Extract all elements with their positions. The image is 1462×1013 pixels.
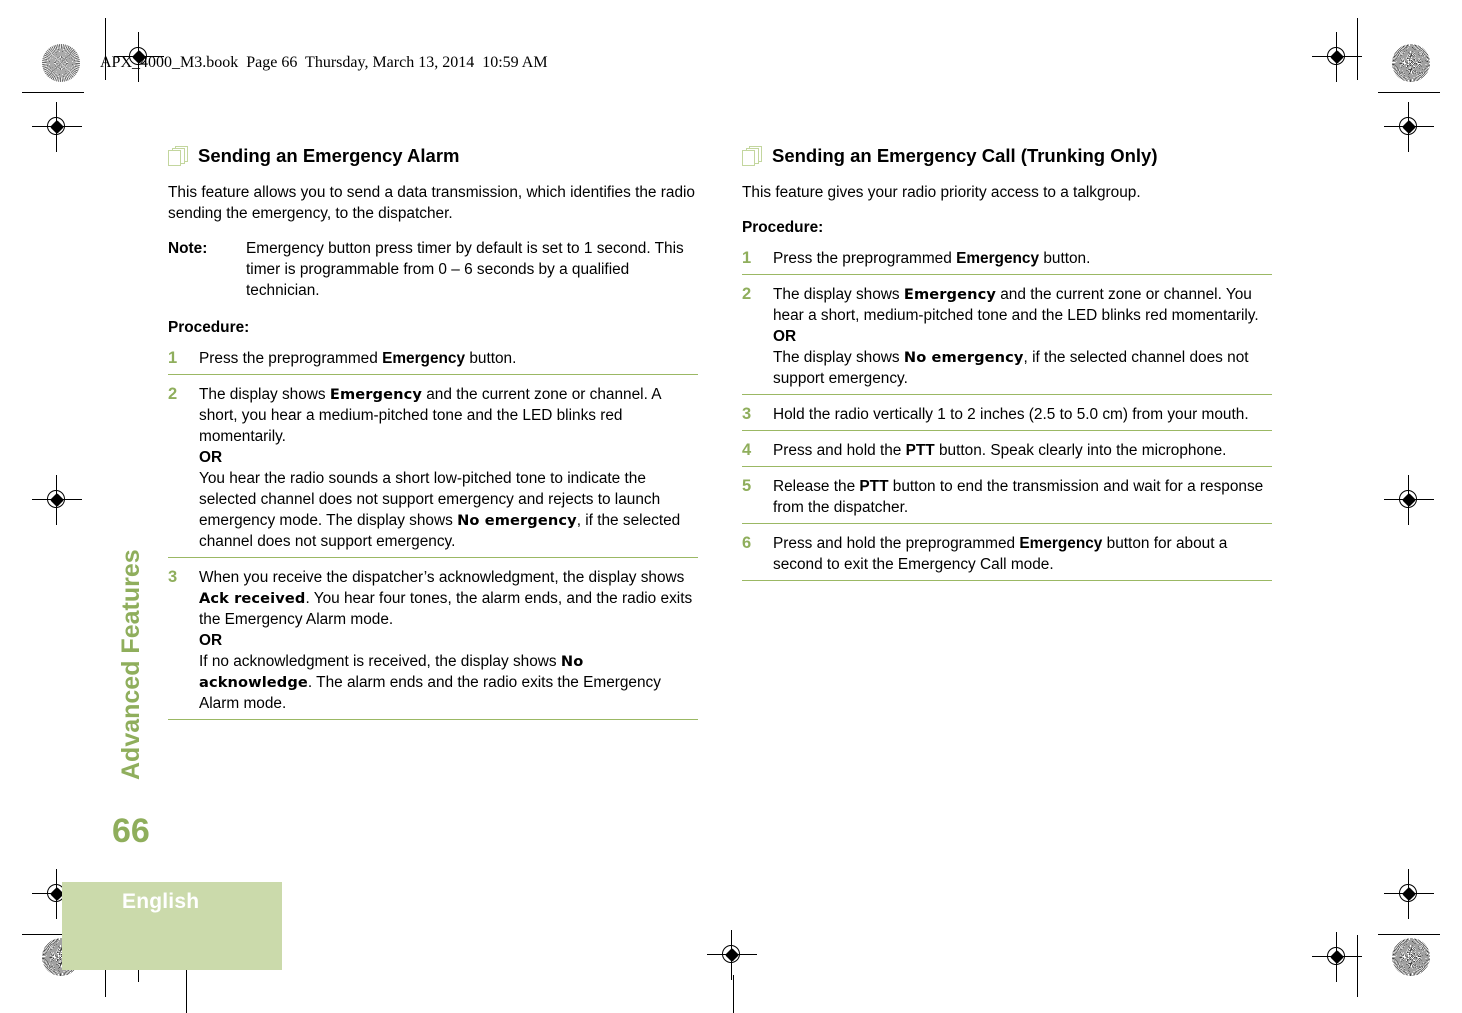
trim-line-bottom-right-h — [1378, 934, 1440, 935]
step-text-run: button. — [1039, 250, 1091, 267]
emphasis-text: Emergency — [956, 250, 1040, 267]
step-text-run: button. Speak clearly into the microphon… — [934, 442, 1227, 459]
emphasis-text: Emergency — [382, 350, 466, 367]
density-patch-top-right — [1392, 44, 1430, 82]
running-header: APX_4000_M3.book Page 66 Thursday, March… — [100, 54, 548, 71]
registration-mark-left-middle — [32, 475, 82, 525]
trim-line-bottom-right-v — [1357, 935, 1358, 997]
step-text-run: The display shows — [773, 286, 904, 303]
note-text: Emergency button press timer by default … — [246, 240, 684, 299]
step-text: Release the PTT button to end the transm… — [773, 476, 1272, 518]
left-procedure-steps: 1 Press the preprogrammed Emergency butto… — [168, 348, 698, 720]
registration-mark-bottom-right-in — [1312, 932, 1362, 982]
registration-mark-top-right-in — [1384, 102, 1434, 152]
procedure-step: 2 The display shows Emergency and the cur… — [168, 384, 698, 558]
language-tab-label: English — [122, 890, 200, 913]
procedure-step: 1 Press the preprogrammed Emergency butto… — [742, 248, 1272, 275]
registration-mark-right-middle — [1384, 475, 1434, 525]
step-text-run: button. — [465, 350, 517, 367]
procedure-step: 5 Release the PTT button to end the trans… — [742, 476, 1272, 524]
note-block: Note: Emergency button press timer by de… — [168, 238, 698, 301]
step-text-run: Release the — [773, 478, 860, 495]
step-text-run: The display shows — [773, 349, 904, 366]
step-number: 3 — [168, 568, 178, 586]
display-string: Emergency — [903, 286, 996, 303]
emphasis-text: OR — [199, 632, 223, 649]
step-text: The display shows Emergency and the curr… — [199, 384, 698, 552]
step-text: Press and hold the preprogrammed Emergen… — [773, 533, 1272, 575]
display-string: Ack received — [199, 590, 306, 607]
left-procedure-label: Procedure: — [168, 319, 250, 336]
emphasis-text: PTT — [859, 478, 889, 495]
left-section-heading: Sending an Emergency Alarm — [168, 145, 698, 167]
step-number: 2 — [742, 285, 752, 303]
emphasis-text: OR — [199, 449, 223, 466]
procedure-step: 3 When you receive the dispatcher’s ackno… — [168, 567, 698, 720]
procedure-step: 3 Hold the radio vertically 1 to 2 inches… — [742, 404, 1272, 431]
density-patch-bottom-right — [1392, 938, 1430, 976]
display-string: No emergency — [457, 512, 577, 529]
right-column: Sending an Emergency Call (Trunking Only… — [742, 145, 1272, 590]
step-number: 1 — [742, 249, 752, 267]
trim-line-top-left-h — [22, 92, 84, 93]
procedure-step: 6 Press and hold the preprogrammed Emerge… — [742, 533, 1272, 581]
registration-mark-top-left-in — [32, 102, 82, 152]
right-procedure-steps: 1 Press the preprogrammed Emergency butto… — [742, 248, 1272, 581]
step-text-run: Hold the radio vertically 1 to 2 inches … — [773, 406, 1249, 423]
trim-line-top-right-v — [1357, 18, 1358, 80]
step-text-run: Press the preprogrammed — [773, 250, 957, 267]
step-text-run: When you receive the dispatcher’s acknow… — [199, 569, 685, 586]
registration-mark-bottom-right — [1384, 869, 1434, 919]
display-string: No emergency — [903, 349, 1024, 366]
step-text: Press the preprogrammed Emergency button… — [199, 348, 698, 369]
left-section-heading-text: Sending an Emergency Alarm — [198, 145, 460, 166]
step-text-run: If no acknowledgment is received, the di… — [199, 653, 561, 670]
note-label: Note: — [168, 240, 208, 257]
pages-stack-icon — [742, 146, 764, 166]
step-number: 5 — [742, 477, 752, 495]
step-text-run: Press the preprogrammed — [199, 350, 383, 367]
step-text-run: Press and hold the — [773, 442, 906, 459]
emphasis-text: Emergency — [1019, 535, 1103, 552]
step-text: Press the preprogrammed Emergency button… — [773, 248, 1272, 269]
left-column: Sending an Emergency Alarm This feature … — [168, 145, 698, 729]
step-number: 6 — [742, 534, 752, 552]
step-text-run: Press and hold the preprogrammed — [773, 535, 1020, 552]
registration-mark-top-right — [1312, 32, 1362, 82]
procedure-step: 4 Press and hold the PTT button. Speak cl… — [742, 440, 1272, 467]
step-text: Press and hold the PTT button. Speak cle… — [773, 440, 1272, 461]
chapter-title: Advanced Features — [117, 549, 145, 780]
step-number: 4 — [742, 441, 752, 459]
right-section-heading-text: Sending an Emergency Call (Trunking Only… — [772, 145, 1158, 166]
right-intro-paragraph: This feature gives your radio priority a… — [742, 184, 1141, 201]
right-procedure-label: Procedure: — [742, 219, 824, 236]
display-string: Emergency — [329, 386, 422, 403]
step-number: 3 — [742, 405, 752, 423]
procedure-step: 1 Press the preprogrammed Emergency butto… — [168, 348, 698, 375]
emphasis-text: PTT — [905, 442, 935, 459]
pages-stack-icon — [168, 146, 190, 166]
crop-hairline-bottom-center-b — [733, 975, 734, 1013]
registration-mark-bottom-center — [707, 930, 757, 980]
step-text-run: The display shows — [199, 386, 330, 403]
trim-line-top-right-h — [1378, 92, 1440, 93]
step-number: 1 — [168, 349, 178, 367]
emphasis-text: OR — [773, 328, 797, 345]
density-patch-top-left — [42, 44, 80, 82]
page-number: 66 — [112, 812, 150, 850]
step-text: Hold the radio vertically 1 to 2 inches … — [773, 404, 1272, 425]
left-intro-paragraph: This feature allows you to send a data t… — [168, 184, 695, 222]
step-text: When you receive the dispatcher’s acknow… — [199, 567, 698, 714]
procedure-step: 2 The display shows Emergency and the cur… — [742, 284, 1272, 395]
right-section-heading: Sending an Emergency Call (Trunking Only… — [742, 145, 1272, 167]
step-number: 2 — [168, 385, 178, 403]
step-text: The display shows Emergency and the curr… — [773, 284, 1272, 389]
